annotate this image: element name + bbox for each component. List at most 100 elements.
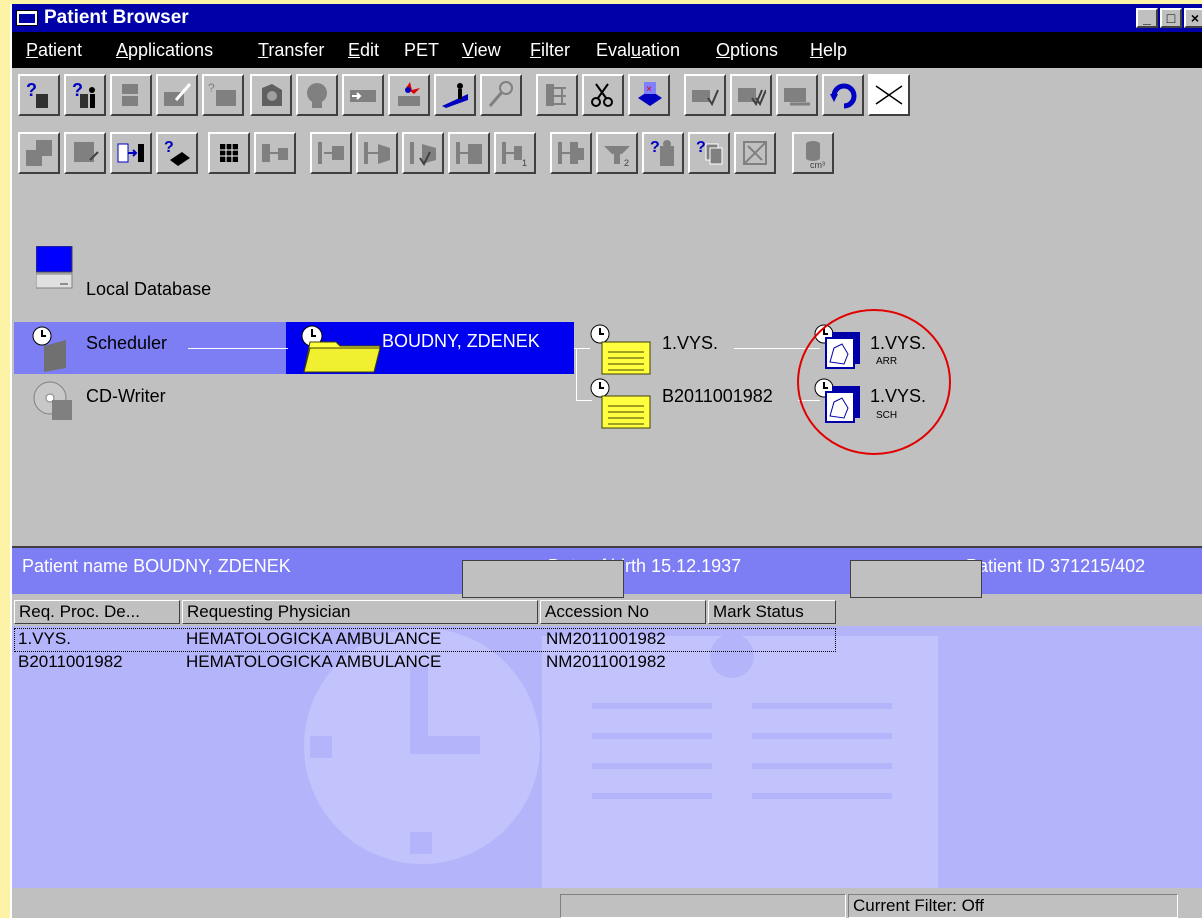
menu-evaluation[interactable]: Evaluation [596, 40, 680, 61]
study-icon [590, 378, 651, 429]
maximize-button[interactable]: □ [1160, 8, 1182, 28]
move-button[interactable] [64, 132, 106, 174]
copy-button[interactable] [18, 132, 60, 174]
refresh-button[interactable] [822, 74, 864, 116]
help-series-button[interactable]: ? [642, 132, 684, 174]
title-bar[interactable]: Patient Browser _ □ × [12, 4, 1202, 32]
cell-req-proc: 1.VYS. [18, 629, 71, 648]
scheduler-label[interactable]: Scheduler [86, 333, 167, 354]
menu-pet[interactable]: PET [404, 40, 439, 61]
series-check-icon [410, 142, 436, 166]
move-icon [74, 142, 99, 162]
minimize-button[interactable]: _ [1136, 8, 1158, 28]
cell-accession: NM2011001982 [546, 629, 666, 648]
patient-tree: Local Database Scheduler CD-Writer BOUDN… [12, 192, 1202, 548]
tree-icon [546, 84, 566, 106]
svg-text:?: ? [164, 139, 174, 156]
menu-filter[interactable]: Filter [530, 40, 570, 61]
edit-button[interactable] [156, 74, 198, 116]
patient-name-info: Patient name BOUDNY, ZDENEK [22, 556, 291, 576]
menu-transfer[interactable]: Transfer [258, 40, 324, 61]
cd-writer-label[interactable]: CD-Writer [86, 386, 166, 407]
import-button[interactable] [110, 74, 152, 116]
film-button[interactable] [250, 74, 292, 116]
svg-text:1: 1 [522, 158, 527, 168]
series-one-button[interactable]: 1 [494, 132, 536, 174]
archive-button[interactable]: × [628, 74, 670, 116]
help-copy-button[interactable]: ? [688, 132, 730, 174]
close-x-button[interactable] [868, 74, 910, 116]
close-button[interactable]: × [1184, 8, 1202, 28]
series-next-button[interactable] [448, 132, 490, 174]
volume-icon: cm³ [806, 141, 825, 168]
check-all-button[interactable] [730, 74, 772, 116]
series-two-icon: 2 [604, 146, 630, 168]
check-button[interactable] [684, 74, 726, 116]
menu-view[interactable]: View [462, 40, 501, 61]
study-label-1[interactable]: 1.VYS. [662, 333, 718, 354]
tree-connector [188, 348, 288, 349]
scheduler-button[interactable] [434, 74, 476, 116]
local-database-icon [36, 246, 73, 289]
check-ok-button[interactable] [776, 74, 818, 116]
series-first-icon [318, 142, 344, 164]
column-req-proc[interactable]: Req. Proc. De... [14, 600, 180, 624]
svg-text:cm³: cm³ [810, 160, 825, 168]
current-filter-status: Current Filter: Off [848, 894, 1178, 918]
column-mark-status[interactable]: Mark Status [708, 600, 836, 624]
cut-button[interactable] [582, 74, 624, 116]
menu-options[interactable]: Options [716, 40, 778, 61]
head-icon [307, 83, 327, 108]
refresh-icon [830, 83, 857, 109]
no-transfer-button[interactable] [734, 132, 776, 174]
send-button[interactable] [342, 74, 384, 116]
menu-patient[interactable]: Patient [26, 40, 82, 61]
grid-button[interactable] [208, 132, 250, 174]
menu-edit[interactable]: Edit [348, 40, 379, 61]
query-study-button[interactable]: ? [64, 74, 106, 116]
archive-icon: × [638, 82, 662, 106]
local-database-label[interactable]: Local Database [86, 279, 211, 300]
column-accession-no[interactable]: Accession No [540, 600, 706, 624]
table-header: Req. Proc. De... Requesting Physician Ac… [12, 600, 1202, 626]
tree-button[interactable] [536, 74, 578, 116]
help-series-icon: ? [650, 139, 674, 166]
series-first-button[interactable] [310, 132, 352, 174]
cell-physician: HEMATOLOGICKA AMBULANCE [186, 652, 442, 671]
anonymize-button[interactable] [388, 74, 430, 116]
film-icon [262, 84, 282, 106]
series-check-button[interactable] [402, 132, 444, 174]
svg-text:?: ? [208, 81, 215, 95]
svg-text:×: × [646, 84, 652, 95]
head-button[interactable] [296, 74, 338, 116]
series-last-button[interactable] [550, 132, 592, 174]
help-copy-icon: ? [696, 139, 723, 165]
query-transfer-button[interactable]: ? [156, 132, 198, 174]
series-last-icon [558, 142, 584, 164]
query-study-icon: ? [72, 80, 95, 108]
series-prev-button[interactable] [356, 132, 398, 174]
patient-name-label[interactable]: BOUDNY, ZDENEK [382, 331, 540, 352]
send-icon [350, 90, 376, 102]
transfer-button[interactable] [110, 132, 152, 174]
no-transfer-icon [743, 141, 767, 165]
study-label-2[interactable]: B2011001982 [662, 386, 773, 407]
query-patient-button[interactable]: ? [18, 74, 60, 116]
series-next-icon [456, 142, 482, 164]
volume-button[interactable]: cm³ [792, 132, 834, 174]
menu-help[interactable]: Help [810, 40, 847, 61]
series-two-button[interactable]: 2 [596, 132, 638, 174]
send-out-button[interactable] [254, 132, 296, 174]
transfer-icon [117, 143, 144, 163]
study-table: 1.VYS. HEMATOLOGICKA AMBULANCE NM2011001… [12, 626, 1202, 888]
tool-button[interactable] [480, 74, 522, 116]
column-requesting-physician[interactable]: Requesting Physician [182, 600, 538, 624]
menu-applications[interactable]: Applications [116, 40, 213, 61]
copy-icon [26, 140, 52, 166]
series-prev-icon [364, 142, 390, 164]
check-icon [692, 89, 719, 107]
redaction-box [850, 560, 982, 598]
check-ok-icon [784, 88, 810, 106]
svg-text:?: ? [696, 139, 706, 156]
tagged-folder-button[interactable]: ? [202, 74, 244, 116]
